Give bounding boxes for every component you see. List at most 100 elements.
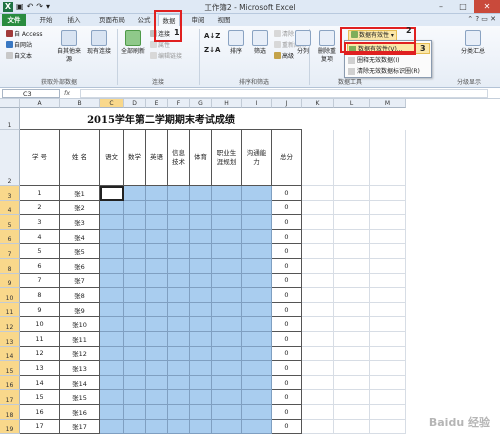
score-input-cell[interactable] [242,390,272,405]
row-header[interactable]: 10 [0,288,20,303]
total-cell[interactable]: 0 [272,244,302,259]
empty-cell[interactable] [334,130,370,186]
total-cell[interactable]: 0 [272,229,302,245]
cell[interactable] [370,332,406,347]
score-input-cell[interactable] [168,405,190,420]
score-input-cell[interactable] [168,317,190,332]
score-input-cell[interactable] [190,361,212,376]
minimize-icon[interactable]: – [430,0,452,13]
score-input-cell[interactable] [242,361,272,376]
score-input-cell[interactable] [242,215,272,230]
score-input-cell[interactable] [212,288,242,303]
column-title-cell[interactable]: 信息技术 [168,130,190,186]
student-id-cell[interactable]: 6 [20,259,60,274]
clear-button[interactable]: 清除 [274,30,294,39]
score-input-cell[interactable] [242,273,272,289]
score-input-cell[interactable] [168,244,190,259]
minimize-ribbon-icon[interactable]: ⌃ [467,15,473,23]
score-input-cell[interactable] [124,288,146,303]
cell[interactable] [370,186,406,201]
properties-button[interactable]: 属性 [150,41,170,50]
remove-duplicates-button[interactable]: 删除重复项 [316,30,338,64]
column-title-cell[interactable]: 体育 [190,130,212,186]
score-input-cell[interactable] [212,332,242,347]
score-input-cell[interactable] [168,259,190,274]
score-input-cell[interactable] [146,302,168,318]
from-text-button[interactable]: 自文本 [6,52,32,61]
student-name-cell[interactable]: 张9 [60,302,100,318]
score-input-cell[interactable] [212,405,242,420]
formula-input[interactable] [80,89,488,98]
row-header[interactable]: 15 [0,361,20,376]
student-name-cell[interactable]: 张15 [60,390,100,405]
score-input-cell[interactable] [168,215,190,230]
student-id-cell[interactable]: 7 [20,273,60,289]
student-id-cell[interactable]: 17 [20,419,60,435]
row-header[interactable]: 7 [0,244,20,259]
from-other-sources-button[interactable]: 自其他来源 [56,30,82,64]
score-input-cell[interactable] [242,288,272,303]
score-input-cell[interactable] [100,317,124,332]
cell[interactable] [302,302,334,318]
column-header-l[interactable]: L [334,99,370,108]
score-input-cell[interactable] [212,375,242,391]
cell[interactable] [370,302,406,318]
cell[interactable] [334,273,370,289]
cell[interactable] [334,419,370,435]
score-input-cell[interactable] [124,419,146,435]
score-input-cell[interactable] [242,229,272,245]
column-header-e[interactable]: E [146,99,168,108]
score-input-cell[interactable] [100,375,124,391]
student-id-cell[interactable]: 5 [20,244,60,259]
score-input-cell[interactable] [146,361,168,376]
column-title-cell[interactable]: 英语 [146,130,168,186]
cell[interactable] [334,186,370,201]
score-input-cell[interactable] [146,244,168,259]
score-input-cell[interactable] [124,186,146,201]
cell[interactable] [302,288,334,303]
tab-formulas[interactable]: 公式 [134,14,154,26]
score-input-cell[interactable] [124,375,146,391]
score-input-cell[interactable] [168,361,190,376]
student-name-cell[interactable]: 张4 [60,229,100,245]
score-input-cell[interactable] [242,244,272,259]
score-input-cell[interactable] [100,229,124,245]
score-input-cell[interactable] [212,229,242,245]
score-input-cell[interactable] [124,332,146,347]
cell[interactable] [334,288,370,303]
close-workbook-icon[interactable]: ✕ [490,15,496,23]
score-input-cell[interactable] [100,332,124,347]
row-header[interactable]: 19 [0,419,20,435]
cell[interactable] [334,346,370,362]
cell[interactable] [302,375,334,391]
score-input-cell[interactable] [212,390,242,405]
score-input-cell[interactable] [212,419,242,435]
score-input-cell[interactable] [100,361,124,376]
score-input-cell[interactable] [146,317,168,332]
score-input-cell[interactable] [190,405,212,420]
cell[interactable] [370,419,406,435]
score-input-cell[interactable] [190,317,212,332]
score-input-cell[interactable] [168,375,190,391]
score-input-cell[interactable] [190,419,212,435]
score-input-cell[interactable] [190,244,212,259]
column-header-j[interactable]: J [272,99,302,108]
cell[interactable] [370,361,406,376]
menu-item-circle-invalid[interactable]: 圈释无效数据(I) [347,55,430,66]
column-header-m[interactable]: M [370,99,406,108]
score-input-cell[interactable] [124,405,146,420]
cell[interactable] [302,244,334,259]
name-box[interactable]: C3 [2,89,60,98]
cell[interactable] [334,375,370,391]
cell[interactable] [334,332,370,347]
score-input-cell[interactable] [168,419,190,435]
column-title-cell[interactable]: 职业生涯规划 [212,130,242,186]
score-input-cell[interactable] [100,215,124,230]
row-header[interactable]: 6 [0,229,20,245]
score-input-cell[interactable] [168,200,190,216]
cell[interactable] [334,390,370,405]
column-header-c[interactable]: C [100,99,124,108]
student-id-cell[interactable]: 12 [20,346,60,362]
score-input-cell[interactable] [242,200,272,216]
cell[interactable] [334,317,370,332]
